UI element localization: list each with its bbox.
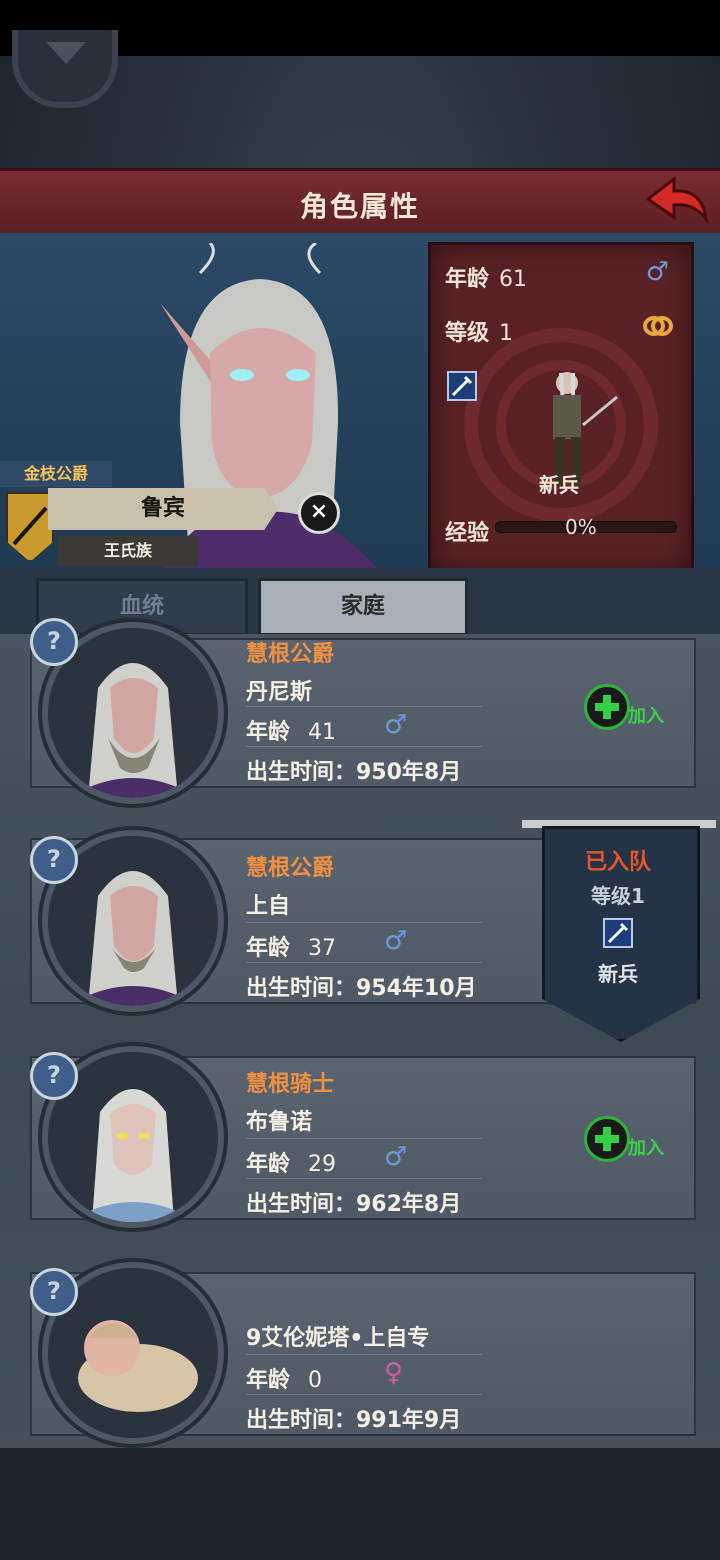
hero-title-tag: 金枝公爵 xyxy=(0,461,112,487)
divider xyxy=(246,1138,482,1139)
member-birth: 出生时间：954年10月 xyxy=(246,976,477,1001)
stats-panel: 年龄 61 ♂ 等级 1 新兵 经验 0% xyxy=(428,242,694,574)
joined-level: 等级1 xyxy=(591,884,645,908)
page-title: 角色属性 xyxy=(299,190,420,223)
age-label: 年龄 xyxy=(246,720,291,745)
age-label: 年龄 xyxy=(246,1152,291,1177)
sword-icon xyxy=(603,918,633,948)
age-value: 0 xyxy=(308,1368,323,1393)
divider xyxy=(246,922,482,923)
add-button[interactable]: 加入 xyxy=(584,684,668,730)
add-button[interactable]: 加入 xyxy=(584,1116,668,1162)
age-value: 29 xyxy=(308,1152,337,1177)
member-name: 上自 xyxy=(246,894,291,919)
dismiss-button[interactable]: × xyxy=(298,492,340,534)
age-label: 年龄 xyxy=(246,1368,291,1393)
bottom-area xyxy=(0,1448,720,1560)
member-name: 丹尼斯 xyxy=(246,680,313,705)
member-name: 布鲁诺 xyxy=(246,1110,313,1135)
member-name: 9艾伦妮塔•上自专 xyxy=(246,1326,430,1351)
member-age: 年龄 0 xyxy=(246,1362,322,1394)
joined-status: 已入队 xyxy=(584,850,651,875)
member-title: 慧根骑士 xyxy=(246,1072,335,1097)
age-label: 年龄 xyxy=(445,267,490,292)
plus-icon xyxy=(584,684,630,730)
divider xyxy=(246,1178,482,1179)
male-icon: ♂ xyxy=(384,926,408,956)
rank-label: 新兵 xyxy=(539,473,579,497)
tab-family[interactable]: 家庭 xyxy=(258,578,468,636)
question-icon[interactable]: ? xyxy=(30,1052,78,1100)
member-age: 年龄 41 xyxy=(246,714,336,746)
joined-rank: 新兵 xyxy=(598,962,638,986)
divider xyxy=(246,1354,482,1355)
level-value: 1 xyxy=(499,321,514,346)
age-value: 61 xyxy=(499,267,528,292)
member-birth: 出生时间：991年9月 xyxy=(246,1408,462,1433)
question-icon[interactable]: ? xyxy=(30,1268,78,1316)
member-title: 慧根公爵 xyxy=(246,642,335,667)
arrow-down-icon xyxy=(46,42,86,64)
title-bar: 角色属性 xyxy=(0,168,720,236)
member-age: 年龄 37 xyxy=(246,930,336,962)
ring-icon xyxy=(643,316,673,336)
age-value: 41 xyxy=(308,720,337,745)
back-arrow-icon[interactable] xyxy=(644,175,710,227)
female-icon: ♀ xyxy=(384,1358,404,1388)
divider xyxy=(246,962,482,963)
age-stat: 年龄 61 xyxy=(445,261,527,293)
member-birth: 出生时间：962年8月 xyxy=(246,1192,462,1217)
hero-clan: 王氏族 xyxy=(58,536,198,566)
member-age: 年龄 29 xyxy=(246,1146,336,1178)
member-title: 慧根公爵 xyxy=(246,856,335,881)
male-icon: ♂ xyxy=(645,257,669,287)
question-icon[interactable]: ? xyxy=(30,836,78,884)
age-value: 37 xyxy=(308,936,337,961)
level-stat: 等级 1 xyxy=(445,315,513,347)
sword-icon xyxy=(447,371,477,401)
exp-percent: 0% xyxy=(565,515,597,539)
plus-icon xyxy=(584,1116,630,1162)
divider xyxy=(246,746,482,747)
member-birth: 出生时间：950年8月 xyxy=(246,760,462,785)
male-icon: ♂ xyxy=(384,1142,408,1172)
exp-label: 经验 xyxy=(445,521,490,546)
divider xyxy=(246,1394,482,1395)
divider xyxy=(246,706,482,707)
male-icon: ♂ xyxy=(384,710,408,740)
age-label: 年龄 xyxy=(246,936,291,961)
question-icon[interactable]: ? xyxy=(30,618,78,666)
level-label: 等级 xyxy=(445,321,490,346)
hero-name: 鲁宾 xyxy=(48,488,278,530)
